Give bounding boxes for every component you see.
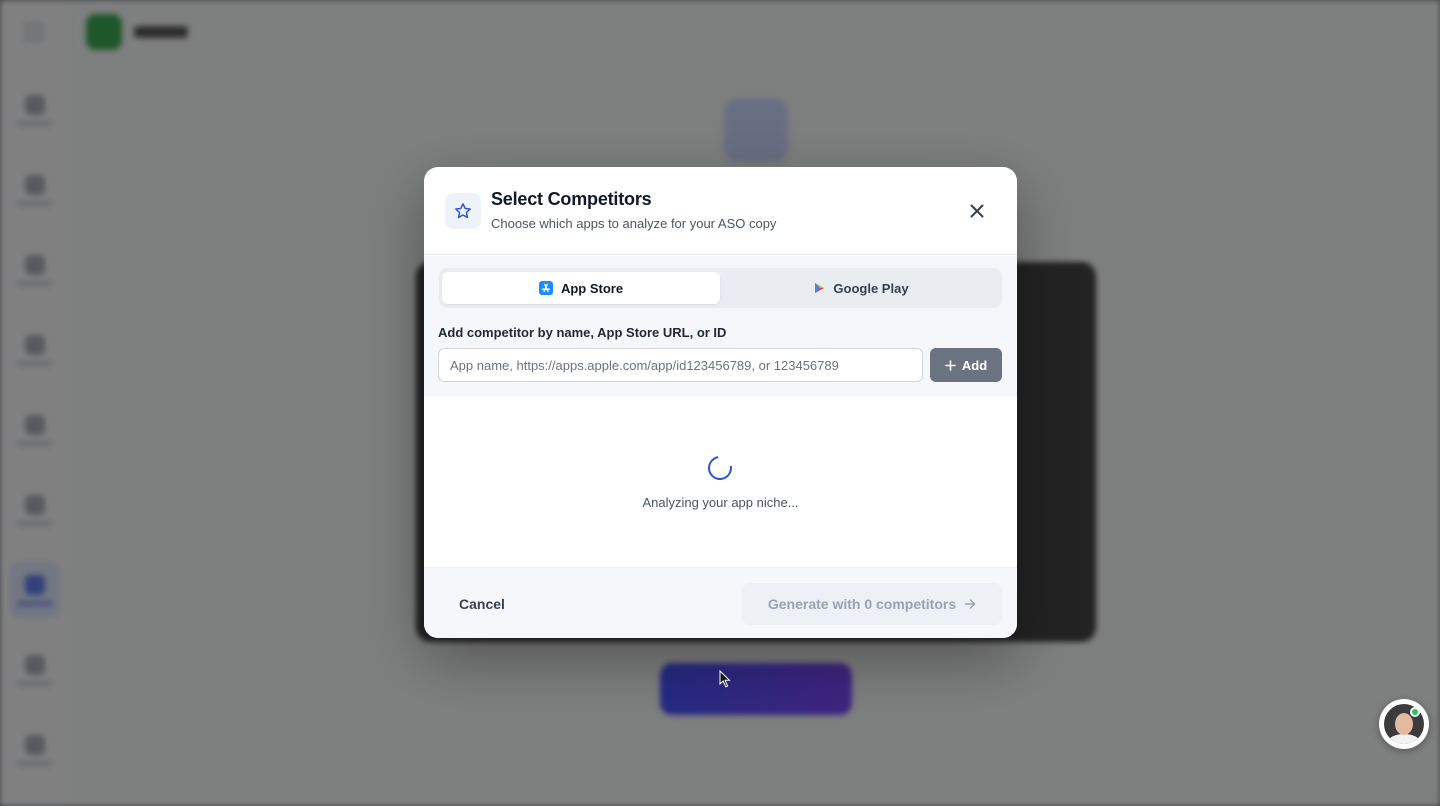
app-store-icon [538, 281, 553, 295]
tab-app-store-label: App Store [560, 280, 624, 296]
competitor-search-input[interactable] [438, 348, 923, 382]
modal-header: Select Competitors Choose which apps to … [424, 167, 1017, 255]
tab-app-store[interactable]: App Store [442, 272, 720, 304]
loading-spinner [703, 451, 737, 485]
mouse-cursor-icon [719, 670, 731, 688]
loading-state: Analyzing your app niche... [424, 397, 1017, 567]
star-icon [445, 193, 481, 229]
select-competitors-modal: Select Competitors Choose which apps to … [424, 167, 1017, 638]
close-icon [970, 204, 984, 218]
online-status-dot [1410, 707, 1420, 717]
arrow-right-icon [964, 599, 976, 609]
generate-button-label: Generate with 0 competitors [767, 596, 957, 612]
store-tabs: App Store Google Play [439, 268, 1002, 308]
competitor-input-section: App Store Google Play Add competitor by … [424, 256, 1017, 397]
generate-button[interactable]: Generate with 0 competitors [742, 583, 1002, 625]
add-competitor-label: Add competitor by name, App Store URL, o… [438, 325, 727, 340]
cancel-button[interactable]: Cancel [444, 586, 520, 622]
tab-google-play-label: Google Play [833, 280, 909, 296]
modal-footer: Cancel Generate with 0 competitors [424, 567, 1017, 638]
support-chat-button[interactable] [1379, 699, 1429, 749]
plus-icon [945, 359, 956, 371]
google-play-icon [815, 283, 825, 293]
loading-text: Analyzing your app niche... [642, 495, 799, 510]
modal-subtitle: Choose which apps to analyze for your AS… [491, 216, 777, 231]
add-competitor-button[interactable]: Add [930, 348, 1002, 382]
close-button[interactable] [963, 197, 991, 225]
add-button-label: Add [961, 357, 988, 373]
tab-google-play[interactable]: Google Play [722, 272, 1000, 304]
modal-title: Select Competitors [491, 189, 652, 209]
